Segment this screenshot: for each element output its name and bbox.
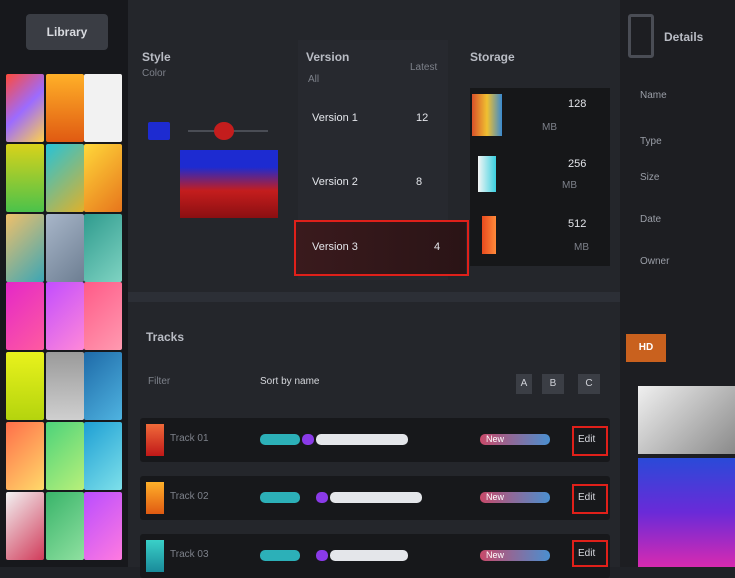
track-name: Track 02 bbox=[170, 491, 209, 502]
version-name: Version 2 bbox=[312, 176, 358, 188]
thumbnail[interactable] bbox=[84, 214, 122, 282]
thumbnail[interactable] bbox=[6, 144, 44, 212]
thumbnail[interactable] bbox=[6, 282, 44, 350]
thumbnail[interactable] bbox=[6, 422, 44, 490]
thumbnail[interactable] bbox=[46, 492, 84, 560]
detail-item[interactable]: Date bbox=[640, 214, 661, 225]
view-toggle-button[interactable]: A bbox=[516, 374, 532, 394]
storage-detail: MB bbox=[574, 242, 589, 253]
track-name: Track 01 bbox=[170, 433, 209, 444]
filter-label: Filter bbox=[148, 376, 171, 387]
progress-segment bbox=[260, 492, 300, 503]
thumbnail[interactable] bbox=[84, 74, 122, 142]
progress-segment bbox=[316, 550, 328, 561]
sort-label: Sort by name bbox=[260, 376, 320, 387]
gradient-slider-handle[interactable] bbox=[214, 122, 234, 140]
version-filter-label: All bbox=[308, 74, 320, 85]
preview-image[interactable] bbox=[638, 386, 735, 454]
style-panel-title: Style bbox=[142, 50, 171, 64]
table-row[interactable]: Track 01 New bbox=[140, 418, 610, 462]
app-logo: Library bbox=[26, 14, 108, 50]
version-name: Version 1 bbox=[312, 112, 358, 124]
view-toggle-button[interactable]: B bbox=[542, 374, 564, 394]
details-panel: Details Name Type Size Date Owner HD bbox=[620, 0, 735, 567]
badge: HD bbox=[626, 334, 666, 362]
storage-size: 128 bbox=[568, 98, 587, 110]
detail-item[interactable]: Size bbox=[640, 172, 659, 183]
table-row[interactable]: Track 02 New bbox=[140, 476, 610, 520]
thumbnail[interactable] bbox=[46, 282, 84, 350]
edit-button[interactable]: Edit bbox=[578, 434, 595, 445]
table-row[interactable]: Track 03 New bbox=[140, 534, 610, 578]
edit-button[interactable]: Edit bbox=[578, 548, 595, 559]
detail-item[interactable]: Type bbox=[640, 136, 662, 147]
version-header-value: Latest bbox=[410, 62, 438, 73]
highlight-box bbox=[294, 220, 469, 276]
version-value: 8 bbox=[416, 176, 423, 188]
thumbnail[interactable] bbox=[46, 422, 84, 490]
progress-segment bbox=[260, 550, 300, 561]
thumbnail[interactable] bbox=[46, 144, 84, 212]
main-panel: Style Color Version All Latest Version 1… bbox=[128, 0, 620, 578]
thumbnail[interactable] bbox=[46, 352, 84, 420]
preview-image[interactable] bbox=[638, 458, 735, 567]
style-panel-subtitle: Color bbox=[142, 68, 166, 79]
thumbnail[interactable] bbox=[6, 352, 44, 420]
progress-segment bbox=[260, 434, 300, 445]
progress-segment bbox=[302, 434, 314, 445]
edit-button[interactable]: Edit bbox=[578, 492, 595, 503]
track-thumb bbox=[146, 482, 164, 514]
tag-label: New bbox=[486, 492, 505, 502]
version-value: 12 bbox=[416, 112, 429, 124]
progress-segment bbox=[316, 492, 328, 503]
storage-thumb bbox=[482, 216, 496, 254]
storage-thumb bbox=[472, 94, 502, 136]
details-title: Details bbox=[664, 30, 704, 44]
section-title: Tracks bbox=[146, 330, 185, 344]
progress-segment bbox=[330, 492, 422, 503]
thumbnail[interactable] bbox=[84, 144, 122, 212]
track-thumb bbox=[146, 540, 164, 572]
section-divider bbox=[128, 292, 620, 302]
storage-size: 256 bbox=[568, 158, 587, 170]
storage-panel-title: Storage bbox=[470, 50, 515, 64]
view-toggle-button[interactable]: C bbox=[578, 374, 600, 394]
thumbnail[interactable] bbox=[84, 352, 122, 420]
thumbnail[interactable] bbox=[46, 214, 84, 282]
storage-detail: MB bbox=[542, 122, 557, 133]
progress-segment bbox=[316, 434, 408, 445]
track-thumb bbox=[146, 424, 164, 456]
tag-label: New bbox=[486, 434, 505, 444]
thumbnail-strip: Library bbox=[0, 0, 128, 567]
storage-thumb bbox=[478, 156, 496, 192]
detail-item[interactable]: Owner bbox=[640, 256, 669, 267]
filter-bar[interactable]: Filter Sort by name bbox=[142, 372, 392, 394]
progress-segment bbox=[330, 550, 408, 561]
panel-icon bbox=[628, 14, 654, 58]
thumbnail[interactable] bbox=[6, 492, 44, 560]
version-panel-title: Version bbox=[306, 50, 350, 64]
detail-item[interactable]: Name bbox=[640, 90, 667, 101]
storage-detail: MB bbox=[562, 180, 577, 191]
thumbnail[interactable] bbox=[6, 214, 44, 282]
storage-size: 512 bbox=[568, 218, 587, 230]
thumbnail[interactable] bbox=[84, 422, 122, 490]
gradient-preview bbox=[180, 150, 278, 218]
version-row[interactable]: Version 1 12 bbox=[304, 102, 444, 136]
tag-label: New bbox=[486, 550, 505, 560]
track-name: Track 03 bbox=[170, 549, 209, 560]
thumbnail[interactable] bbox=[46, 74, 84, 142]
thumbnail[interactable] bbox=[84, 282, 122, 350]
thumbnail[interactable] bbox=[6, 74, 44, 142]
thumbnail[interactable] bbox=[84, 492, 122, 560]
version-row[interactable]: Version 2 8 bbox=[304, 166, 444, 200]
color-swatch-blue[interactable] bbox=[148, 122, 170, 140]
